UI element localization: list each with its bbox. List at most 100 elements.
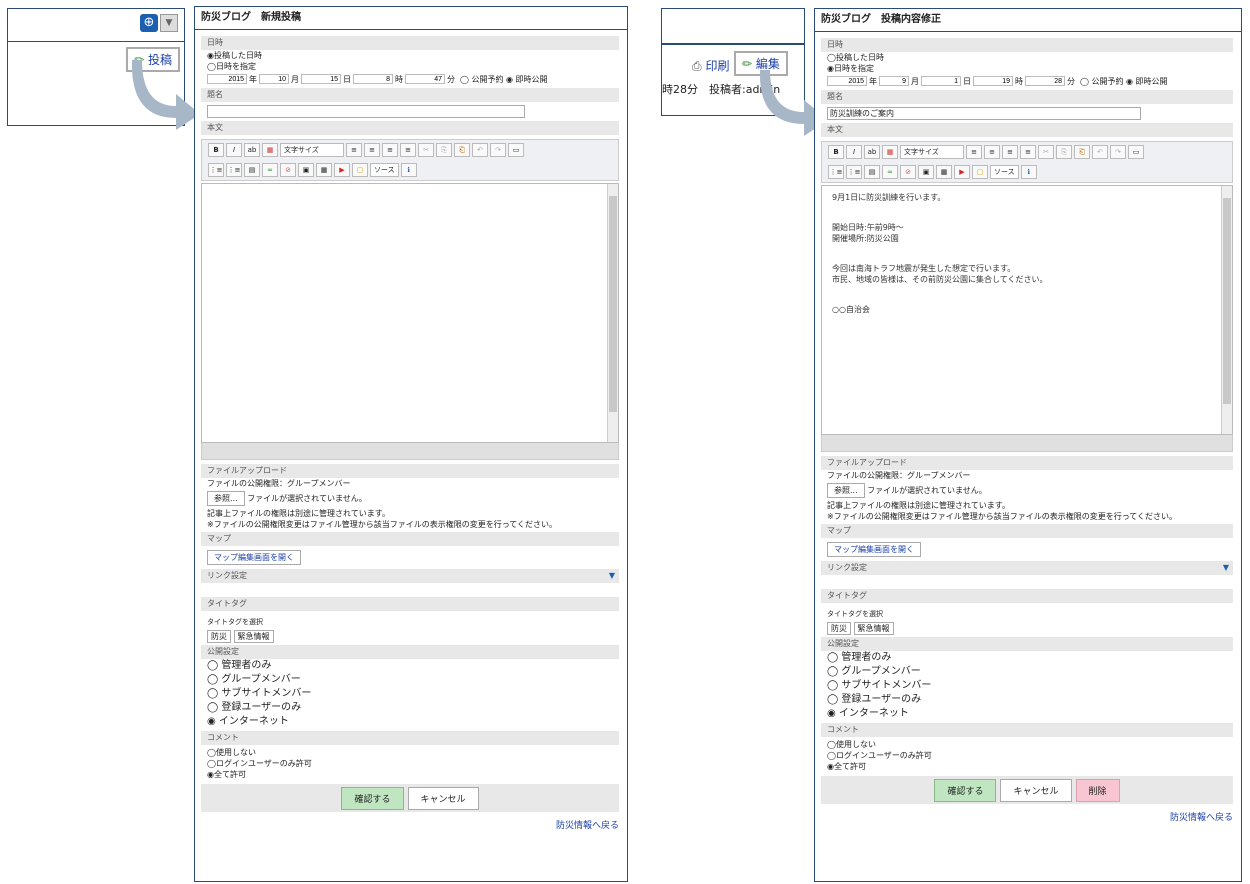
comment-none[interactable]: ◯使用しない xyxy=(201,747,619,758)
align-justify-button[interactable]: ≡ xyxy=(1020,145,1036,159)
ordered-list-button[interactable]: ⋮≡ xyxy=(828,165,844,179)
cut-button[interactable]: ✂ xyxy=(1038,145,1054,159)
upload-permission-select[interactable]: ファイルの公開権限：グループメンバー xyxy=(821,470,1233,481)
hour-input[interactable] xyxy=(353,74,393,84)
image-button[interactable]: ▣ xyxy=(298,163,314,177)
tag-bousai[interactable]: 防災 xyxy=(207,630,231,643)
year-input[interactable] xyxy=(207,74,247,84)
youtube-button[interactable]: ▶ xyxy=(334,163,350,177)
undo-button[interactable]: ↶ xyxy=(472,143,488,157)
globe-icon[interactable]: ⊕ xyxy=(140,14,158,32)
comment-all[interactable]: ◉全て許可 xyxy=(821,761,1233,772)
hour-input[interactable] xyxy=(973,76,1013,86)
date-opt-posted[interactable]: ◉投稿した日時 xyxy=(201,50,619,61)
open-map-button[interactable]: マップ編集画面を開く xyxy=(827,542,921,557)
unlink-button[interactable]: ⊘ xyxy=(280,163,296,177)
browse-button[interactable]: 参照... xyxy=(827,483,865,498)
italic-button[interactable]: I xyxy=(226,143,242,157)
folder-button[interactable]: ▢ xyxy=(972,165,988,179)
block-button[interactable]: ▤ xyxy=(864,165,880,179)
undo-button[interactable]: ↶ xyxy=(1092,145,1108,159)
align-right-button[interactable]: ≡ xyxy=(1002,145,1018,159)
text-color-button[interactable]: ab xyxy=(244,143,260,157)
file-button[interactable]: ▦ xyxy=(316,163,332,177)
cancel-button[interactable]: キャンセル xyxy=(407,786,479,810)
title-input[interactable] xyxy=(207,105,525,118)
pub-admin[interactable]: ◯ 管理者のみ xyxy=(821,651,1233,665)
pub-registered[interactable]: ◯ 登録ユーザーのみ xyxy=(821,693,1233,707)
year-input[interactable] xyxy=(827,76,867,86)
comment-all[interactable]: ◉全て許可 xyxy=(201,769,619,780)
paste-button[interactable]: ⎗ xyxy=(454,143,470,157)
align-justify-button[interactable]: ≡ xyxy=(400,143,416,157)
publish-timing[interactable]: ◯ 公開予約 ◉ 即時公開 xyxy=(1080,76,1168,87)
cut-button[interactable]: ✂ xyxy=(418,143,434,157)
day-input[interactable] xyxy=(921,76,961,86)
comment-login[interactable]: ◯ログインユーザーのみ許可 xyxy=(201,758,619,769)
month-input[interactable] xyxy=(879,76,909,86)
comment-none[interactable]: ◯使用しない xyxy=(821,739,1233,750)
redo-button[interactable]: ↷ xyxy=(490,143,506,157)
block-button[interactable]: ▤ xyxy=(244,163,260,177)
confirm-button[interactable]: 確認する xyxy=(341,786,404,810)
bullet-list-button[interactable]: ⋮≡ xyxy=(846,165,862,179)
pub-group[interactable]: ◯ グループメンバー xyxy=(201,673,619,687)
tag-bousai[interactable]: 防災 xyxy=(827,622,851,635)
cancel-button[interactable]: キャンセル xyxy=(1000,778,1072,802)
tag-emergency[interactable]: 緊急情報 xyxy=(853,622,894,635)
redo-button[interactable]: ↷ xyxy=(1110,145,1126,159)
font-size-select[interactable]: 文字サイズ xyxy=(280,143,344,157)
delete-button[interactable]: 削除 xyxy=(1075,778,1120,802)
align-right-button[interactable]: ≡ xyxy=(382,143,398,157)
back-link[interactable]: 防災情報へ戻る xyxy=(556,821,619,831)
link-settings[interactable]: リンク設定 ▼ xyxy=(201,569,619,583)
ordered-list-button[interactable]: ⋮≡ xyxy=(208,163,224,177)
pub-subsite[interactable]: ◯ サブサイトメンバー xyxy=(201,687,619,701)
pub-admin[interactable]: ◯ 管理者のみ xyxy=(201,659,619,673)
back-link[interactable]: 防災情報へ戻る xyxy=(1170,813,1233,823)
pub-registered[interactable]: ◯ 登録ユーザーのみ xyxy=(201,701,619,715)
confirm-button[interactable]: 確認する xyxy=(934,778,997,802)
source-button[interactable]: ソース xyxy=(370,163,399,177)
file-button[interactable]: ▦ xyxy=(936,165,952,179)
editor-scrollbar[interactable] xyxy=(607,184,618,442)
pub-subsite[interactable]: ◯ サブサイトメンバー xyxy=(821,679,1233,693)
table-button[interactable]: ▦ xyxy=(882,145,898,159)
text-color-button[interactable]: ab xyxy=(864,145,880,159)
date-opt-specify[interactable]: ◯日時を指定 xyxy=(201,61,619,72)
bullet-list-button[interactable]: ⋮≡ xyxy=(226,163,242,177)
comment-login[interactable]: ◯ログインユーザーのみ許可 xyxy=(821,750,1233,761)
date-opt-specify[interactable]: ◉日時を指定 xyxy=(821,63,1233,74)
folder-button[interactable]: ▢ xyxy=(352,163,368,177)
copy-button[interactable]: ⎘ xyxy=(1056,145,1072,159)
expand-icon[interactable]: ▼ xyxy=(1223,561,1229,575)
align-center-button[interactable]: ≡ xyxy=(364,143,380,157)
title-input[interactable]: 防災訓練のご案内 xyxy=(827,107,1141,120)
body-editor[interactable] xyxy=(201,183,619,443)
tag-emergency[interactable]: 緊急情報 xyxy=(233,630,274,643)
print-link[interactable]: ⎙ 印刷 xyxy=(692,57,729,74)
upload-permission-select[interactable]: ファイルの公開権限：グループメンバー xyxy=(201,478,619,489)
link-settings[interactable]: リンク設定 ▼ xyxy=(821,561,1233,575)
browse-button[interactable]: 参照... xyxy=(207,491,245,506)
open-map-button[interactable]: マップ編集画面を開く xyxy=(207,550,301,565)
image-button[interactable]: ▣ xyxy=(918,165,934,179)
expand-icon[interactable]: ▼ xyxy=(609,569,615,583)
body-editor[interactable]: 9月1日に防災訓練を行います。 開始日時:午前9時〜 開催場所:防災公園 今回は… xyxy=(821,185,1233,435)
pub-group[interactable]: ◯ グループメンバー xyxy=(821,665,1233,679)
hr-button[interactable]: ▭ xyxy=(508,143,524,157)
hr-button[interactable]: ▭ xyxy=(1128,145,1144,159)
link-button[interactable]: ∞ xyxy=(882,165,898,179)
bold-button[interactable]: B xyxy=(208,143,224,157)
info-icon[interactable]: ℹ xyxy=(1020,165,1037,179)
editor-scrollbar[interactable] xyxy=(1221,186,1232,434)
source-button[interactable]: ソース xyxy=(990,165,1019,179)
minute-input[interactable] xyxy=(1025,76,1065,86)
paste-button[interactable]: ⎗ xyxy=(1074,145,1090,159)
day-input[interactable] xyxy=(301,74,341,84)
youtube-button[interactable]: ▶ xyxy=(954,165,970,179)
publish-timing[interactable]: ◯ 公開予約 ◉ 即時公開 xyxy=(460,74,548,85)
month-input[interactable] xyxy=(259,74,289,84)
copy-button[interactable]: ⎘ xyxy=(436,143,452,157)
minute-input[interactable] xyxy=(405,74,445,84)
